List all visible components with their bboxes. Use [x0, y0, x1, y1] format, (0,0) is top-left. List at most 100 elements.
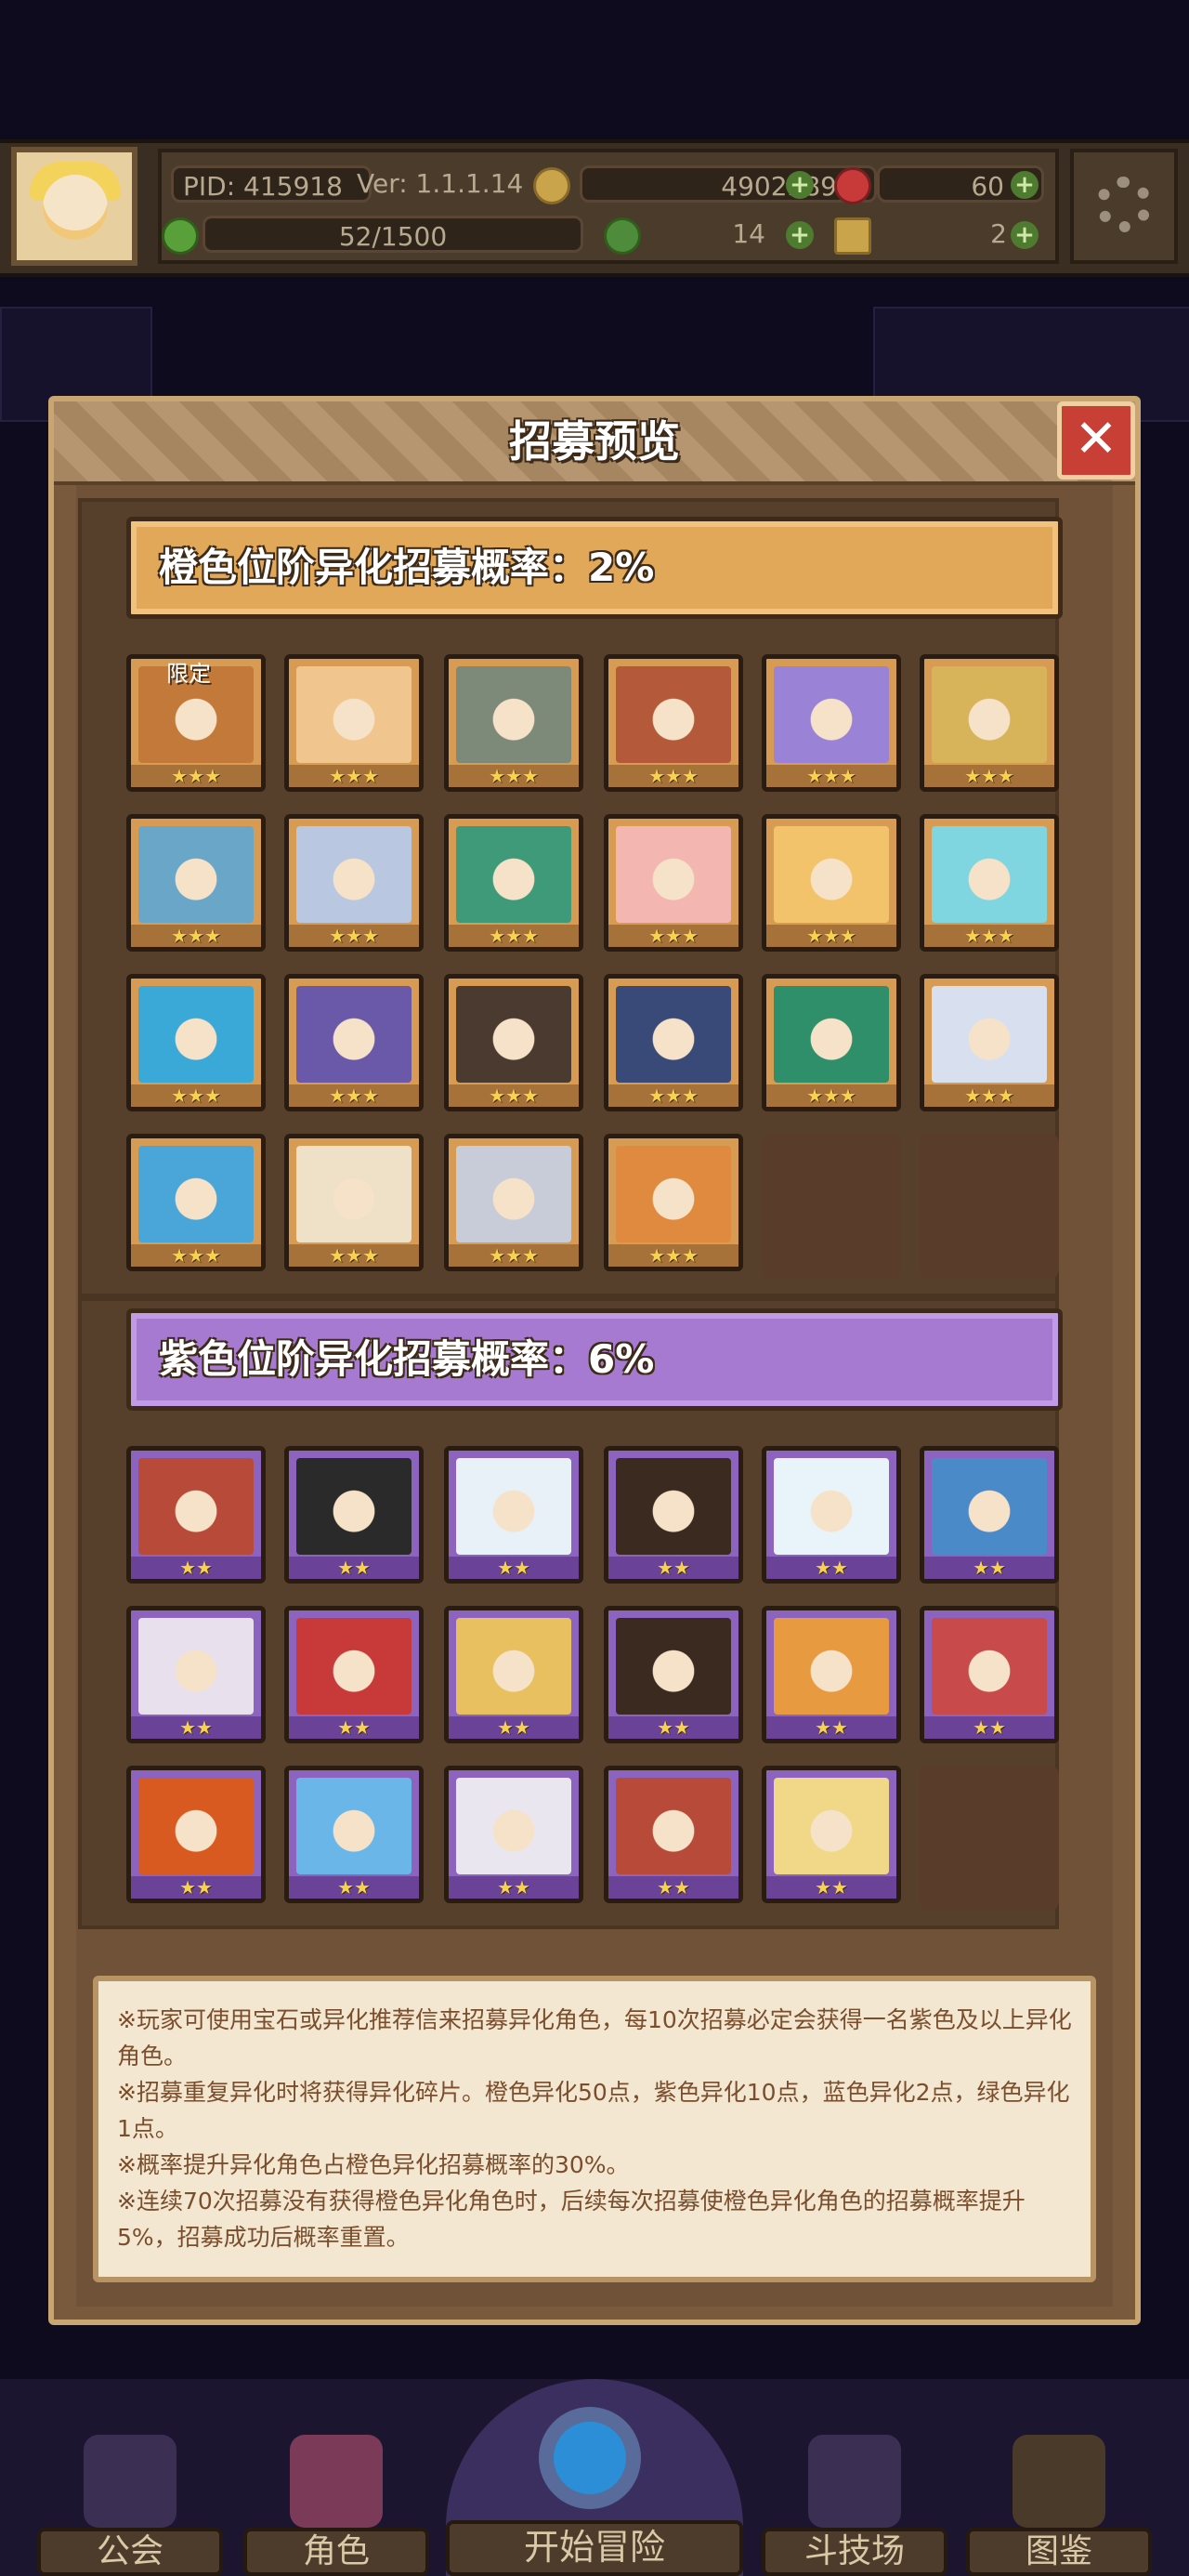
character-card[interactable]: ★★★: [762, 814, 901, 952]
character-portrait: [774, 986, 889, 1083]
star-rating: ★★: [131, 1557, 261, 1579]
character-portrait: [774, 826, 889, 923]
character-card[interactable]: ★★: [920, 1446, 1059, 1584]
star-rating: ★★: [924, 1557, 1054, 1579]
character-portrait: [932, 826, 1047, 923]
codex-icon: [1013, 2435, 1105, 2528]
character-card[interactable]: ★★★: [604, 654, 743, 792]
character-portrait: [456, 666, 571, 763]
character-card[interactable]: ★★★: [444, 1134, 583, 1271]
character-card[interactable]: ★★★: [444, 654, 583, 792]
star-rating: ★★★: [449, 925, 579, 947]
character-card[interactable]: ★★: [444, 1766, 583, 1903]
clover-count: 14: [732, 218, 765, 249]
add-gold-icon[interactable]: +: [786, 171, 814, 199]
orange-rate-banner: 橙色位阶异化招募概率：2%: [126, 517, 1063, 619]
character-card[interactable]: ★★★: [444, 974, 583, 1111]
character-card[interactable]: ★★★: [284, 654, 424, 792]
add-gem-icon[interactable]: +: [1011, 171, 1039, 199]
nav-arena[interactable]: 斗技场: [762, 2435, 947, 2576]
character-portrait: [138, 986, 254, 1083]
star-rating: ★★★: [766, 925, 896, 947]
star-rating: ★★: [766, 1716, 896, 1739]
character-card[interactable]: ★★★: [126, 814, 266, 952]
character-portrait: [138, 826, 254, 923]
star-rating: ★★: [131, 1876, 261, 1899]
character-card[interactable]: ★★: [126, 1606, 266, 1743]
character-card[interactable]: ★★★: [920, 974, 1059, 1111]
character-portrait: [296, 666, 412, 763]
star-rating: ★★★: [608, 925, 738, 947]
character-card[interactable]: ★★: [126, 1446, 266, 1584]
character-portrait: [616, 826, 731, 923]
character-card[interactable]: ★★★: [126, 974, 266, 1111]
character-card[interactable]: ★★★: [126, 1134, 266, 1271]
guild-icon: [84, 2435, 176, 2528]
character-card[interactable]: ★★: [444, 1606, 583, 1743]
character-card[interactable]: ★★★: [604, 1134, 743, 1271]
character-card[interactable]: ★★★: [604, 974, 743, 1111]
character-card[interactable]: ★★★: [762, 974, 901, 1111]
character-card[interactable]: ★★: [126, 1766, 266, 1903]
character-card[interactable]: ★★★: [762, 654, 901, 792]
add-clover-icon[interactable]: +: [786, 221, 814, 249]
nav-guild[interactable]: 公会: [37, 2435, 223, 2576]
gold-coin-icon: [533, 167, 570, 204]
character-portrait: [296, 1458, 412, 1555]
character-card[interactable]: ★★★: [284, 814, 424, 952]
star-rating: ★★★: [289, 925, 419, 947]
star-rating: ★★★: [131, 1084, 261, 1107]
empty-slot: [920, 1766, 1059, 1911]
star-rating: ★★: [608, 1716, 738, 1739]
note-line: ※玩家可使用宝石或异化推荐信来招募异化角色，每10次招募必定会获得一名紫色及以上…: [117, 2006, 1072, 2070]
character-card[interactable]: ★★: [604, 1606, 743, 1743]
star-rating: ★★: [449, 1876, 579, 1899]
settings-button[interactable]: [1070, 149, 1178, 264]
character-portrait: [456, 826, 571, 923]
star-rating: ★★★: [131, 1244, 261, 1267]
nav-codex[interactable]: 图鉴: [966, 2435, 1152, 2576]
character-card[interactable]: ★★★: [284, 974, 424, 1111]
purple-rate-banner: 紫色位阶异化招募概率：6%: [126, 1308, 1063, 1411]
star-rating: ★★: [608, 1557, 738, 1579]
character-icon: [290, 2435, 383, 2528]
nav-adventure-label: 开始冒险: [446, 2520, 743, 2576]
character-card[interactable]: ★★★: [604, 814, 743, 952]
character-card[interactable]: ★★★: [284, 1134, 424, 1271]
character-card[interactable]: ★★: [284, 1766, 424, 1903]
star-rating: ★★★: [289, 1244, 419, 1267]
character-card[interactable]: ★★: [444, 1446, 583, 1584]
player-avatar[interactable]: [11, 147, 137, 266]
character-card[interactable]: ★★★: [444, 814, 583, 952]
character-portrait: [774, 1778, 889, 1874]
close-button[interactable]: ✕: [1057, 401, 1135, 480]
character-card[interactable]: ★★★: [920, 814, 1059, 952]
character-portrait: [932, 1618, 1047, 1715]
nav-arena-label: 斗技场: [762, 2528, 947, 2576]
character-card[interactable]: ★★: [762, 1446, 901, 1584]
character-portrait: [932, 666, 1047, 763]
character-portrait: [616, 1146, 731, 1242]
nav-guild-label: 公会: [37, 2528, 223, 2576]
character-portrait: [456, 1458, 571, 1555]
energy-bar: 52/1500: [203, 216, 583, 253]
character-card[interactable]: ★★★: [920, 654, 1059, 792]
nav-characters[interactable]: 角色: [243, 2435, 429, 2576]
star-rating: ★★: [449, 1716, 579, 1739]
character-portrait: [138, 1778, 254, 1874]
character-portrait: [616, 1778, 731, 1874]
character-card[interactable]: ★★: [762, 1606, 901, 1743]
character-card[interactable]: ★★: [604, 1766, 743, 1903]
character-portrait: [456, 1618, 571, 1715]
star-rating: ★★: [289, 1716, 419, 1739]
add-key-icon[interactable]: +: [1011, 221, 1039, 249]
character-card[interactable]: ★★: [604, 1446, 743, 1584]
star-rating: ★★★: [766, 1084, 896, 1107]
empty-slot: [762, 1134, 901, 1279]
key-icon: [834, 217, 871, 255]
character-card[interactable]: ★★★ 限定: [126, 654, 266, 792]
character-card[interactable]: ★★: [920, 1606, 1059, 1743]
character-card[interactable]: ★★: [284, 1446, 424, 1584]
character-card[interactable]: ★★: [762, 1766, 901, 1903]
character-card[interactable]: ★★: [284, 1606, 424, 1743]
